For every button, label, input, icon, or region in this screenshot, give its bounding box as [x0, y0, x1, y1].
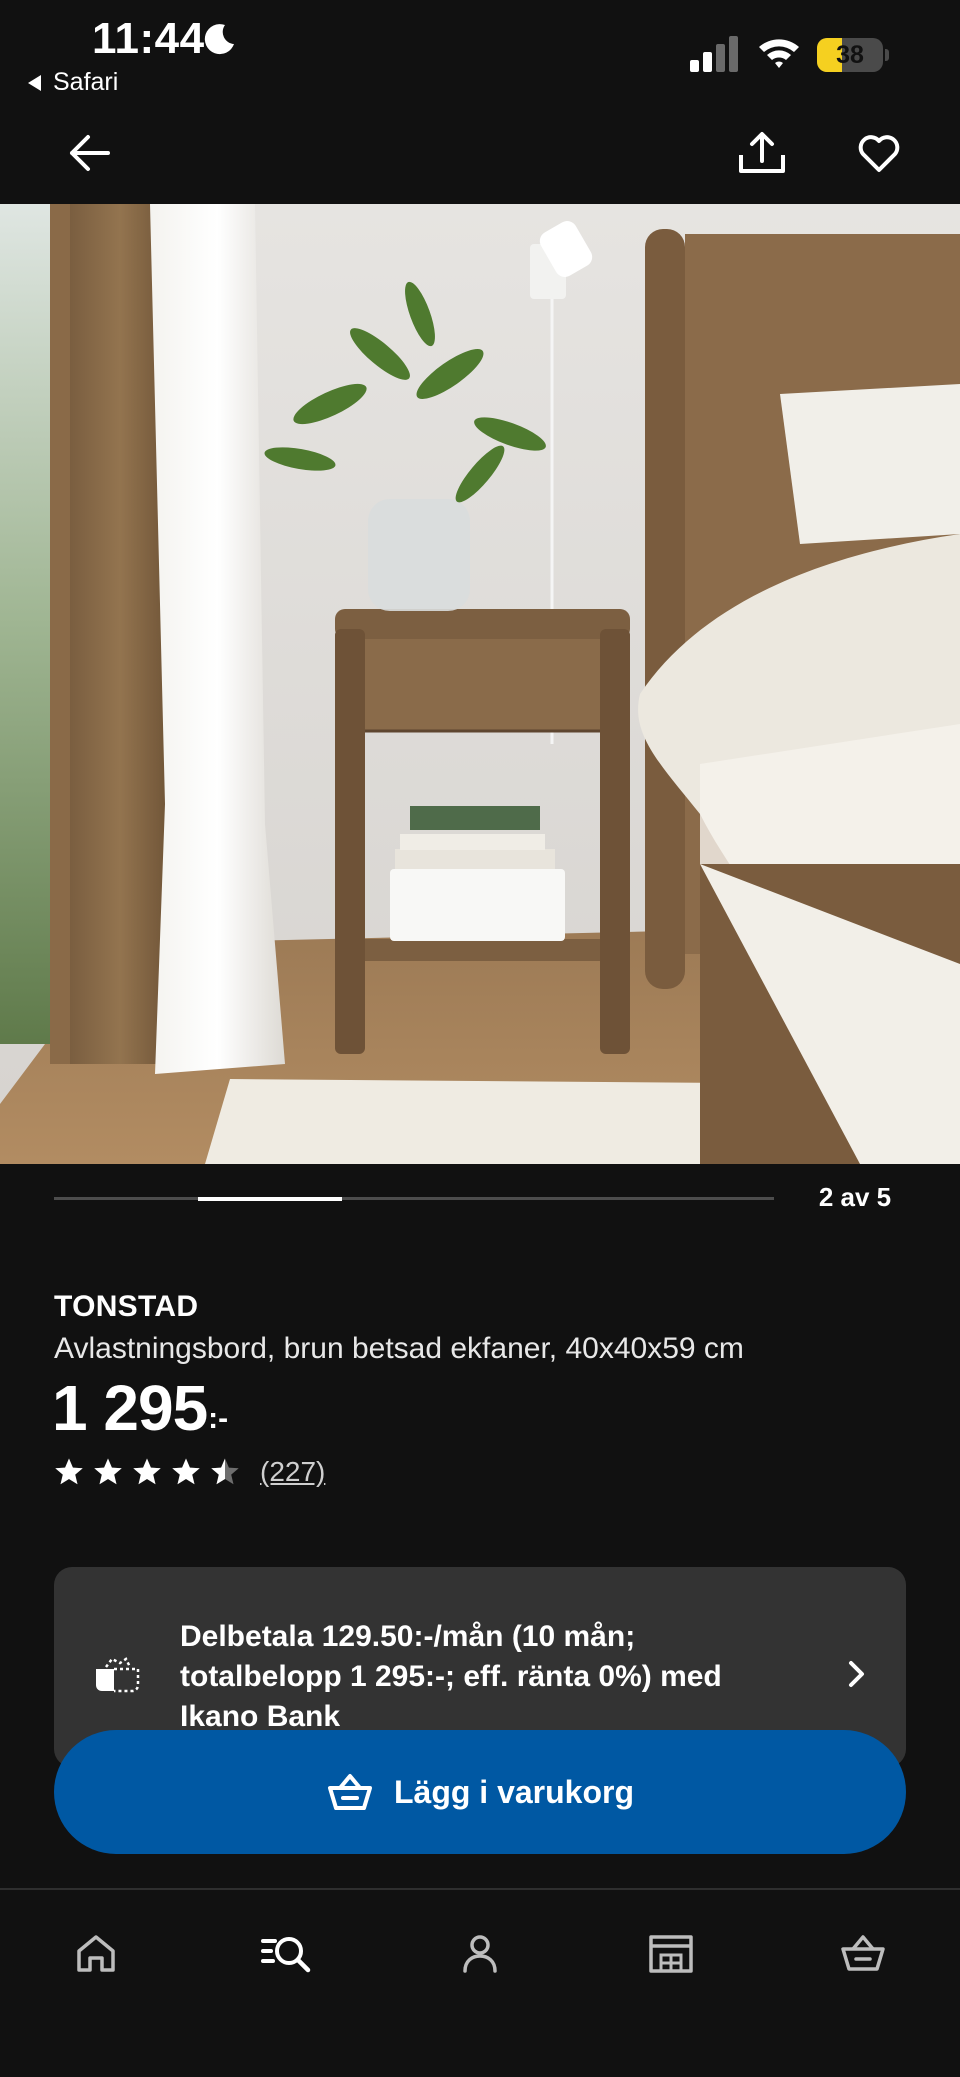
product-name: TONSTAD [54, 1290, 199, 1323]
cart-icon [841, 1935, 885, 1971]
tab-search[interactable] [252, 1918, 322, 1988]
status-time: 11:44 [92, 14, 205, 63]
moon-icon [204, 24, 234, 55]
chevron-right-icon [849, 1661, 864, 1687]
rating-stars [54, 1457, 240, 1487]
back-button[interactable] [55, 118, 125, 188]
image-counter: 2 av 5 [818, 1182, 892, 1212]
back-app-label: Safari [53, 68, 119, 96]
add-to-cart-button[interactable]: Lägg i varukorg [54, 1730, 906, 1854]
product-description: Avlastningsbord, brun betsad ekfaner, 40… [54, 1332, 744, 1365]
review-count-link[interactable]: (227) [260, 1456, 325, 1488]
add-to-cart-label: Lägg i varukorg [393, 1773, 635, 1810]
tab-cart[interactable] [828, 1918, 898, 1988]
tab-profile[interactable] [445, 1918, 515, 1988]
heart-icon [858, 135, 900, 172]
top-nav [0, 100, 960, 204]
status-bar: 11:44 Safari 38 [0, 0, 960, 100]
tab-stores[interactable] [636, 1918, 706, 1988]
favorite-button[interactable] [844, 118, 914, 188]
installment-text: Delbetala 129.50:-/mån (10 mån; totalbel… [180, 1620, 722, 1733]
back-to-app-link[interactable]: Safari [28, 68, 118, 97]
star-full-icon [172, 1458, 200, 1485]
star-full-icon [94, 1458, 122, 1485]
battery-percent: 38 [836, 41, 864, 69]
arrow-left-icon [70, 135, 110, 171]
back-triangle-icon [28, 74, 41, 91]
star-full-icon [133, 1458, 161, 1485]
product-image[interactable] [0, 204, 960, 1164]
store-icon [649, 1935, 693, 1973]
carousel-progress-thumb [198, 1196, 342, 1201]
signal-icon [690, 36, 738, 72]
carousel-progress-track [54, 1196, 774, 1201]
profile-icon [463, 1935, 497, 1973]
star-full-icon [55, 1458, 83, 1485]
product-rating[interactable]: (227) [54, 1456, 325, 1488]
share-icon [739, 132, 785, 173]
home-icon [77, 1935, 115, 1972]
tab-home[interactable] [61, 1918, 131, 1988]
search-icon [261, 1937, 311, 1973]
payment-icon [96, 1657, 140, 1693]
star-half-icon [211, 1458, 239, 1485]
wifi-icon [759, 39, 799, 68]
product-price: 1 295 :- [52, 1372, 228, 1444]
price-value: 1 295 [52, 1372, 208, 1444]
battery-icon: 38 [817, 38, 889, 72]
basket-icon [327, 1774, 372, 1810]
share-button[interactable] [727, 118, 797, 188]
price-suffix: :- [208, 1402, 229, 1435]
product-photo [0, 204, 960, 1164]
